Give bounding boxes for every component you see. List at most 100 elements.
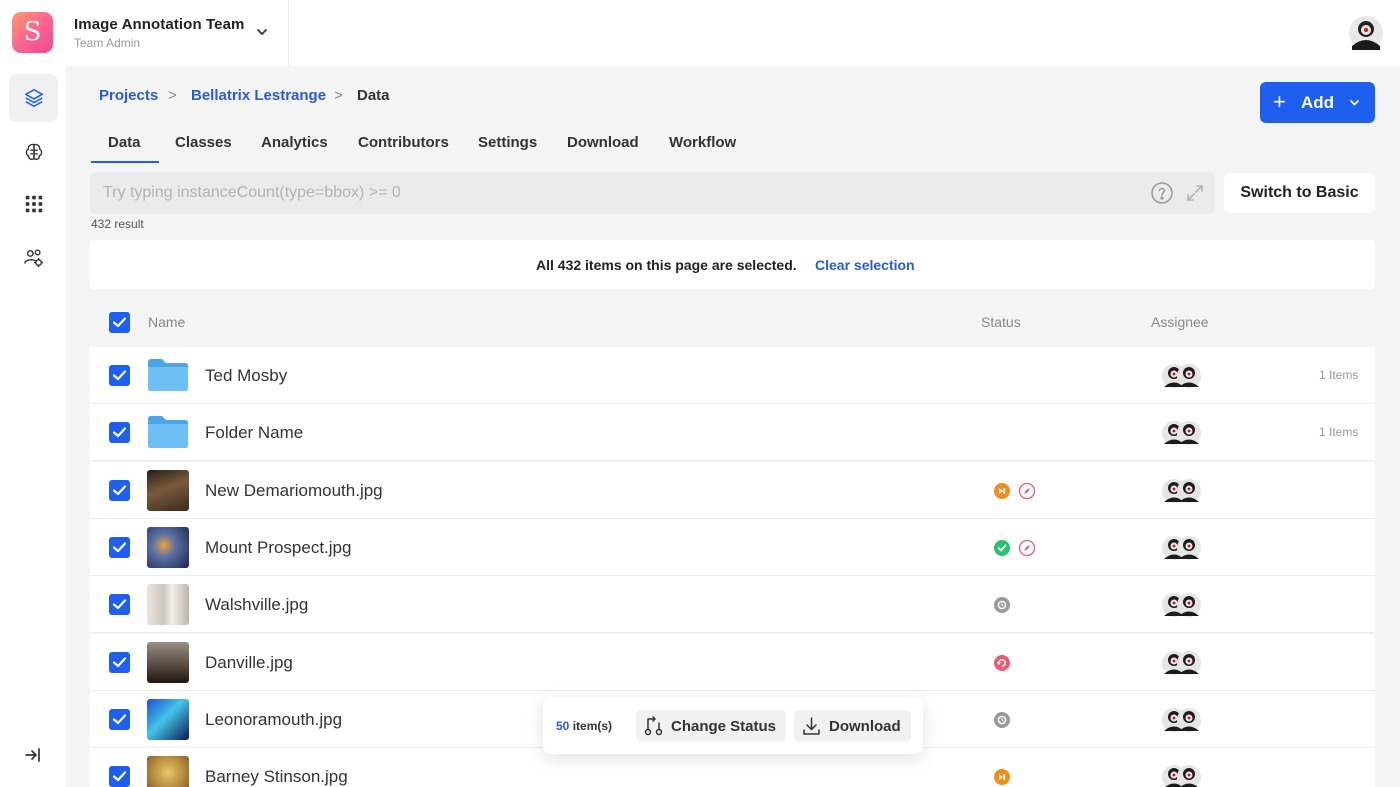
selection-banner: All 432 items on this page are selected.… — [90, 240, 1375, 289]
status-in-progress-icon[interactable] — [993, 768, 1011, 786]
assignee-avatars[interactable] — [1162, 535, 1202, 561]
tab-classes[interactable]: Classes — [175, 134, 232, 151]
change-status-icon — [644, 716, 663, 736]
table-row[interactable]: New Demariomouth.jpg — [90, 461, 1375, 519]
image-thumbnail[interactable] — [147, 469, 189, 511]
column-header-assignee[interactable]: Assignee — [1151, 314, 1209, 330]
rail-item-models[interactable] — [9, 128, 58, 176]
users-settings-icon — [23, 249, 43, 268]
chevron-down-icon[interactable] — [1348, 96, 1361, 109]
status-quality-check-icon[interactable] — [1018, 539, 1036, 557]
download-button[interactable]: Download — [794, 710, 911, 742]
table-row[interactable]: Walshville.jpg — [90, 576, 1375, 634]
file-name[interactable]: New Demariomouth.jpg — [205, 481, 383, 501]
layers-icon — [24, 88, 43, 108]
result-count: 432 result — [91, 217, 144, 231]
collapse-sidebar-icon[interactable] — [22, 744, 44, 766]
query-input[interactable] — [90, 172, 1130, 214]
selected-count-number: 50 — [556, 719, 570, 733]
change-status-label: Change Status — [671, 718, 777, 735]
tab-contributors[interactable]: Contributors — [358, 134, 449, 151]
file-name[interactable]: Ted Mosby — [205, 366, 287, 386]
tab-analytics[interactable]: Analytics — [261, 134, 328, 151]
check-icon — [112, 656, 127, 667]
breadcrumb-project[interactable]: Bellatrix Lestrange — [191, 87, 326, 104]
tab-settings[interactable]: Settings — [478, 134, 537, 151]
team-logo: S — [12, 12, 53, 53]
file-name[interactable]: Leonoramouth.jpg — [205, 710, 342, 730]
download-label: Download — [829, 718, 901, 735]
row-checkbox[interactable] — [109, 651, 130, 673]
switch-to-basic-button[interactable]: Switch to Basic — [1224, 173, 1375, 213]
image-thumbnail[interactable] — [147, 756, 189, 787]
status-completed-icon[interactable] — [993, 539, 1011, 557]
item-count: 1 Items — [1319, 368, 1359, 382]
tab-workflow[interactable]: Workflow — [669, 134, 736, 151]
row-checkbox[interactable] — [109, 594, 130, 616]
add-button[interactable]: + Add — [1260, 82, 1375, 123]
file-name[interactable]: Mount Prospect.jpg — [205, 538, 351, 558]
row-checkbox[interactable] — [109, 479, 130, 501]
row-checkbox[interactable] — [109, 422, 130, 444]
column-header-name[interactable]: Name — [148, 314, 185, 330]
assignee-avatars[interactable] — [1162, 707, 1202, 733]
image-thumbnail[interactable] — [147, 698, 189, 740]
check-icon — [112, 599, 127, 610]
bulk-action-bar: 50 item(s) Change Status Download — [543, 698, 923, 754]
user-avatar[interactable] — [1349, 16, 1383, 50]
rail-item-team-settings[interactable] — [9, 234, 58, 282]
table-row[interactable]: Danville.jpg — [90, 633, 1375, 691]
expand-icon[interactable] — [1184, 182, 1206, 204]
image-thumbnail[interactable] — [147, 584, 189, 626]
status-quality-check-icon[interactable] — [1018, 482, 1036, 500]
assignee-avatars[interactable] — [1162, 420, 1202, 446]
folder-icon — [148, 416, 188, 449]
file-name[interactable]: Walshville.jpg — [205, 595, 308, 615]
rail-item-apps[interactable] — [9, 180, 58, 228]
tab-download[interactable]: Download — [567, 134, 639, 151]
help-icon[interactable] — [1150, 181, 1174, 205]
file-name[interactable]: Danville.jpg — [205, 653, 293, 673]
chevron-down-icon[interactable] — [255, 25, 269, 39]
status-not-started-icon[interactable] — [993, 711, 1011, 729]
row-checkbox[interactable] — [109, 365, 130, 386]
status-in-progress-icon[interactable] — [993, 482, 1011, 500]
grid-dots-icon — [25, 195, 42, 213]
table-row[interactable]: Folder Name 1 Items — [90, 404, 1375, 462]
tab-data[interactable]: Data — [108, 134, 141, 151]
assignee-avatars[interactable] — [1162, 363, 1202, 389]
check-icon — [112, 714, 127, 724]
status-not-started-icon[interactable] — [993, 596, 1011, 614]
team-switcher[interactable]: S Image Annotation Team Team Admin — [0, 0, 289, 66]
team-role: Team Admin — [74, 36, 141, 50]
assignee-avatars[interactable] — [1162, 764, 1202, 787]
breadcrumb-current: Data — [357, 87, 390, 104]
row-checkbox[interactable] — [109, 536, 130, 558]
brain-icon — [25, 143, 42, 161]
check-icon — [112, 317, 127, 328]
breadcrumb-projects[interactable]: Projects — [99, 87, 158, 104]
selected-count: 50 item(s) — [556, 719, 612, 733]
image-thumbnail[interactable] — [147, 526, 189, 568]
select-all-checkbox[interactable] — [109, 312, 130, 333]
row-checkbox[interactable] — [109, 708, 130, 730]
column-header-status[interactable]: Status — [981, 314, 1021, 330]
row-checkbox[interactable] — [109, 766, 130, 787]
assignee-avatars[interactable] — [1162, 592, 1202, 618]
assignee-avatars[interactable] — [1162, 650, 1202, 676]
selected-count-suffix: item(s) — [572, 719, 613, 733]
image-thumbnail[interactable] — [147, 641, 189, 683]
table-row[interactable]: Ted Mosby 1 Items — [90, 347, 1375, 404]
add-button-label: Add — [1301, 93, 1335, 112]
rail-item-data[interactable] — [9, 74, 58, 122]
file-name[interactable]: Barney Stinson.jpg — [205, 767, 348, 787]
assignee-avatars[interactable] — [1162, 478, 1202, 504]
file-name[interactable]: Folder Name — [205, 423, 303, 443]
breadcrumb-separator: > — [334, 87, 343, 104]
check-icon — [112, 542, 127, 552]
change-status-button[interactable]: Change Status — [636, 710, 786, 742]
top-bar: S Image Annotation Team Team Admin — [0, 0, 1400, 66]
status-returned-icon[interactable] — [993, 654, 1011, 672]
table-row[interactable]: Mount Prospect.jpg — [90, 518, 1375, 576]
clear-selection-link[interactable]: Clear selection — [815, 257, 915, 273]
